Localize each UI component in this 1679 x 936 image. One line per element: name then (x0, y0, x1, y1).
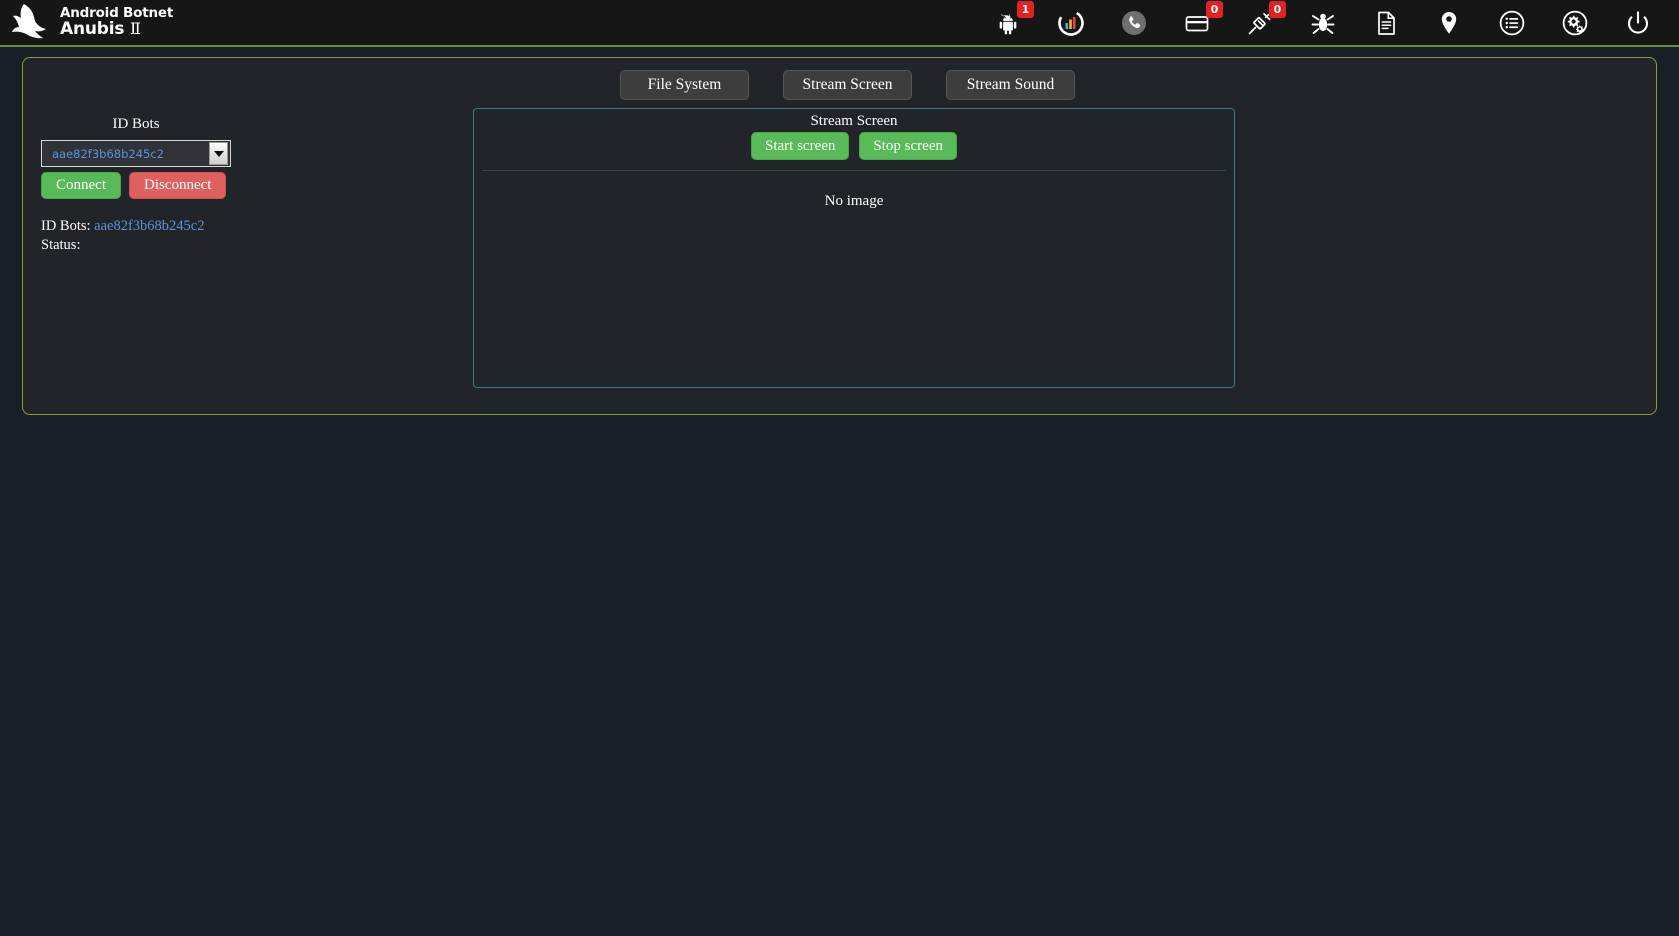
brand-text: Android Botnet Anubis Ⅱ (60, 6, 173, 39)
tab-file-system[interactable]: File System (620, 70, 749, 100)
connection-buttons: Connect Disconnect (41, 172, 473, 199)
document-icon[interactable] (1371, 8, 1401, 38)
brand-line-2: Anubis Ⅱ (60, 18, 173, 39)
bot-select[interactable]: aae82f3b68b245c2 (41, 140, 231, 167)
power-icon[interactable] (1623, 8, 1653, 38)
status-row: Status: (41, 236, 473, 255)
android-badge: 1 (1017, 0, 1034, 18)
page-content: File System Stream Screen Stream Sound I… (0, 47, 1679, 415)
anubis-jackal-logo-icon (8, 2, 62, 44)
id-bots-status-value[interactable]: aae82f3b68b245c2 (94, 218, 204, 234)
status-prefix: Status: (41, 237, 81, 253)
location-pin-icon[interactable] (1434, 8, 1464, 38)
status-block: ID Bots: aae82f3b68b245c2 Status: (41, 217, 473, 255)
chevron-down-icon[interactable] (209, 142, 228, 165)
credit-card-icon[interactable]: 0 (1182, 0, 1223, 38)
main-panel: File System Stream Screen Stream Sound I… (22, 57, 1657, 415)
stream-panel-buttons: Start screen Stop screen (474, 132, 1234, 170)
tab-row: File System Stream Screen Stream Sound (39, 70, 1656, 100)
statistics-icon[interactable] (1056, 8, 1086, 38)
top-header-bar: Android Botnet Anubis Ⅱ 1 0 0 (0, 0, 1679, 47)
stream-screen-panel: Stream Screen Start screen Stop screen N… (473, 108, 1235, 388)
bot-select-value: aae82f3b68b245c2 (52, 146, 164, 161)
bug-icon[interactable] (1308, 8, 1338, 38)
injector-badge: 0 (1269, 0, 1286, 18)
tab-stream-screen[interactable]: Stream Screen (783, 70, 912, 100)
id-bots-status-row: ID Bots: aae82f3b68b245c2 (41, 217, 473, 236)
stream-panel-title: Stream Screen (810, 113, 898, 129)
id-bots-label: ID Bots (112, 116, 160, 132)
phone-icon[interactable] (1119, 8, 1149, 38)
disconnect-button[interactable]: Disconnect (129, 172, 227, 199)
id-bots-status-prefix: ID Bots: (41, 218, 91, 234)
settings-icon[interactable] (1560, 8, 1590, 38)
stream-image-placeholder: No image (824, 193, 884, 209)
injector-icon[interactable]: 0 (1245, 0, 1286, 38)
android-icon[interactable]: 1 (993, 0, 1034, 38)
brand: Android Botnet Anubis Ⅱ (8, 2, 173, 44)
tab-stream-sound[interactable]: Stream Sound (946, 70, 1075, 100)
bot-control-column: ID Bots aae82f3b68b245c2 Connect Disconn… (23, 116, 473, 388)
nav-icon-bar: 1 0 0 (993, 0, 1653, 38)
start-screen-button[interactable]: Start screen (751, 132, 850, 160)
logs-icon[interactable] (1497, 8, 1527, 38)
connect-button[interactable]: Connect (41, 172, 121, 199)
panel-body: ID Bots aae82f3b68b245c2 Connect Disconn… (23, 108, 1656, 388)
stop-screen-button[interactable]: Stop screen (859, 132, 957, 160)
brand-name: Anubis (60, 18, 125, 39)
credit-card-badge: 0 (1206, 0, 1223, 18)
brand-numeral: Ⅱ (130, 18, 141, 38)
